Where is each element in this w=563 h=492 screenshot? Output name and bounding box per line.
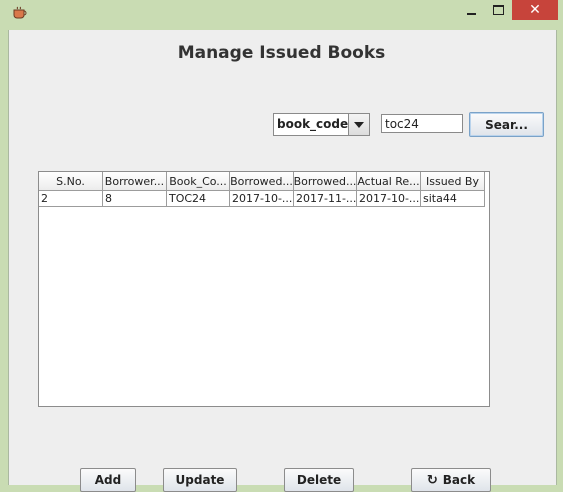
update-button[interactable]: Update <box>163 468 237 492</box>
java-app-icon <box>13 6 27 19</box>
table-row[interactable]: 2 8 TOC24 2017-10-... 2017-11-... 2017-10-...… <box>39 191 485 207</box>
close-button[interactable]: ✕ <box>512 0 558 20</box>
table-cell[interactable]: 8 <box>103 191 167 207</box>
minimize-icon <box>466 13 476 15</box>
table-cell[interactable]: 2 <box>39 191 103 207</box>
table-cell[interactable]: TOC24 <box>167 191 230 207</box>
maximize-icon <box>492 5 504 15</box>
search-button[interactable]: Sear... <box>469 112 544 137</box>
table-cell[interactable]: 2017-10-... <box>230 191 294 207</box>
table-cell[interactable]: sita44 <box>421 191 485 207</box>
column-header[interactable]: Borrowed... <box>230 172 294 191</box>
refresh-icon: ↻ <box>426 472 438 488</box>
minimize-button[interactable] <box>456 0 486 20</box>
back-button[interactable]: ↻ Back <box>411 468 491 492</box>
table-header: S.No. Borrower... Book_Co... Borrowed... Bor… <box>39 172 489 191</box>
add-button[interactable]: Add <box>80 468 136 492</box>
title-bar: ✕ <box>0 0 563 28</box>
table-cell[interactable]: 2017-10-... <box>357 191 421 207</box>
search-field-selected: book_code <box>277 117 349 131</box>
maximize-button[interactable] <box>484 0 512 20</box>
issued-books-table[interactable]: S.No. Borrower... Book_Co... Borrowed... Bor… <box>38 171 490 407</box>
column-header[interactable]: S.No. <box>39 172 103 191</box>
column-header[interactable]: Borrower... <box>103 172 167 191</box>
column-header[interactable]: Actual Re... <box>357 172 421 191</box>
column-header[interactable]: Borrowed... <box>294 172 357 191</box>
page-title: Manage Issued Books <box>177 43 386 63</box>
search-input[interactable] <box>381 114 463 133</box>
chevron-down-icon[interactable] <box>348 114 369 135</box>
table-cell[interactable]: 2017-11-... <box>294 191 357 207</box>
delete-button[interactable]: Delete <box>284 468 354 492</box>
search-field-dropdown[interactable]: book_code <box>273 113 370 136</box>
column-header[interactable]: Issued By <box>421 172 485 191</box>
close-icon: ✕ <box>529 2 541 18</box>
column-header[interactable]: Book_Co... <box>167 172 230 191</box>
